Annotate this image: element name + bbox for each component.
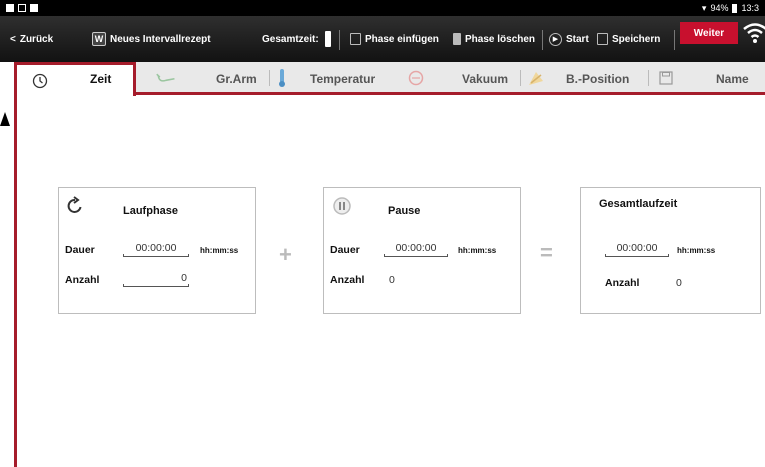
tab-gr-arm[interactable]: Gr.Arm [144, 62, 274, 94]
recipe-title: W Neues Intervallrezept [92, 31, 211, 47]
start-button[interactable]: ▶ Start [549, 31, 589, 47]
toolbar-divider [339, 30, 340, 50]
tab-divider [648, 70, 649, 86]
tab-divider [269, 70, 270, 86]
notification-icon [6, 4, 14, 12]
play-icon: ▶ [549, 32, 562, 46]
trash-icon [453, 33, 461, 45]
pause-icon [332, 196, 352, 221]
battery-icon [732, 3, 738, 13]
time-unit: hh:mm:ss [458, 246, 497, 255]
save-button[interactable]: Speichern [597, 31, 660, 47]
laufphase-title: Laufphase [123, 205, 179, 217]
mouse-cursor-icon [0, 112, 10, 126]
laufphase-card: Laufphase Dauer 00:00:00 hh:mm:ss Anzahl… [58, 187, 256, 314]
laufphase-dauer-input[interactable]: 00:00:00 [123, 242, 189, 257]
pause-title: Pause [388, 205, 421, 217]
tab-underline [133, 92, 765, 95]
thermometer-icon [272, 68, 292, 88]
tab-b-position[interactable]: B.-Position [524, 62, 654, 94]
status-bar: ▾ 94% 13:3 [0, 0, 765, 16]
toolbar-divider [674, 30, 675, 50]
dauer-label: Dauer [330, 244, 360, 256]
total-time-bar [324, 31, 331, 47]
recipe-icon: W [92, 32, 106, 46]
time-unit: hh:mm:ss [200, 246, 239, 255]
chevron-left-icon: < [10, 33, 16, 45]
toolbar-divider [542, 30, 543, 50]
laufphase-anzahl-input[interactable]: 0 [123, 272, 189, 287]
tab-temperatur[interactable]: Temperatur [272, 62, 397, 94]
dauer-label: Dauer [65, 244, 95, 256]
tab-vakuum[interactable]: Vakuum [404, 62, 529, 94]
gesamt-dauer-value: 00:00:00 [605, 242, 669, 257]
anzahl-label: Anzahl [605, 277, 640, 289]
back-button[interactable]: < Zurück [10, 31, 53, 47]
tab-divider [520, 70, 521, 86]
anzahl-label: Anzahl [330, 274, 365, 286]
gesamt-anzahl-value: 0 [676, 277, 682, 289]
clock-icon [30, 71, 50, 91]
plus-operator: + [279, 242, 292, 267]
toolbar: < Zurück W Neues Intervallrezept Gesamtz… [0, 16, 765, 62]
app-notification-icon [30, 4, 38, 12]
insert-phase-button[interactable]: Phase einfügen [350, 31, 439, 47]
next-button[interactable]: Weiter [680, 22, 738, 44]
app-frame: ▾ 94% 13:3 < Zurück W Neues Intervallrez… [0, 0, 765, 467]
pause-dauer-input[interactable]: 00:00:00 [384, 242, 448, 257]
gesamtlaufzeit-card: Gesamtlaufzeit 00:00:00 hh:mm:ss Anzahl … [580, 187, 761, 314]
save-icon [656, 68, 676, 88]
equals-operator: = [540, 240, 553, 265]
tab-bar: Zeit Gr.Arm Temperatur Vakuum B.-Positio… [14, 62, 765, 96]
arm-icon [156, 68, 176, 88]
signal-icon: ▾ [701, 2, 707, 13]
insert-phase-icon [350, 33, 361, 45]
clock-time: 13:3 [741, 3, 759, 13]
pause-anzahl-value: 0 [389, 274, 395, 286]
floppy-icon [597, 33, 608, 45]
refresh-icon [65, 196, 85, 221]
position-icon [526, 68, 546, 88]
pause-card: Pause Dauer 00:00:00 hh:mm:ss Anzahl 0 [323, 187, 521, 314]
panel-border [14, 62, 17, 467]
gallery-icon [18, 4, 26, 12]
battery-percent: 94% [710, 3, 729, 13]
delete-phase-button[interactable]: Phase löschen [453, 31, 535, 47]
gesamtlaufzeit-title: Gesamtlaufzeit [599, 198, 678, 210]
vacuum-icon [406, 68, 426, 88]
total-time-display: Gesamtzeit: [262, 31, 331, 47]
time-unit: hh:mm:ss [677, 246, 716, 255]
tab-name[interactable]: Name [654, 62, 765, 94]
tab-zeit[interactable]: Zeit [14, 62, 136, 96]
anzahl-label: Anzahl [65, 274, 100, 286]
wifi-icon [743, 23, 765, 43]
